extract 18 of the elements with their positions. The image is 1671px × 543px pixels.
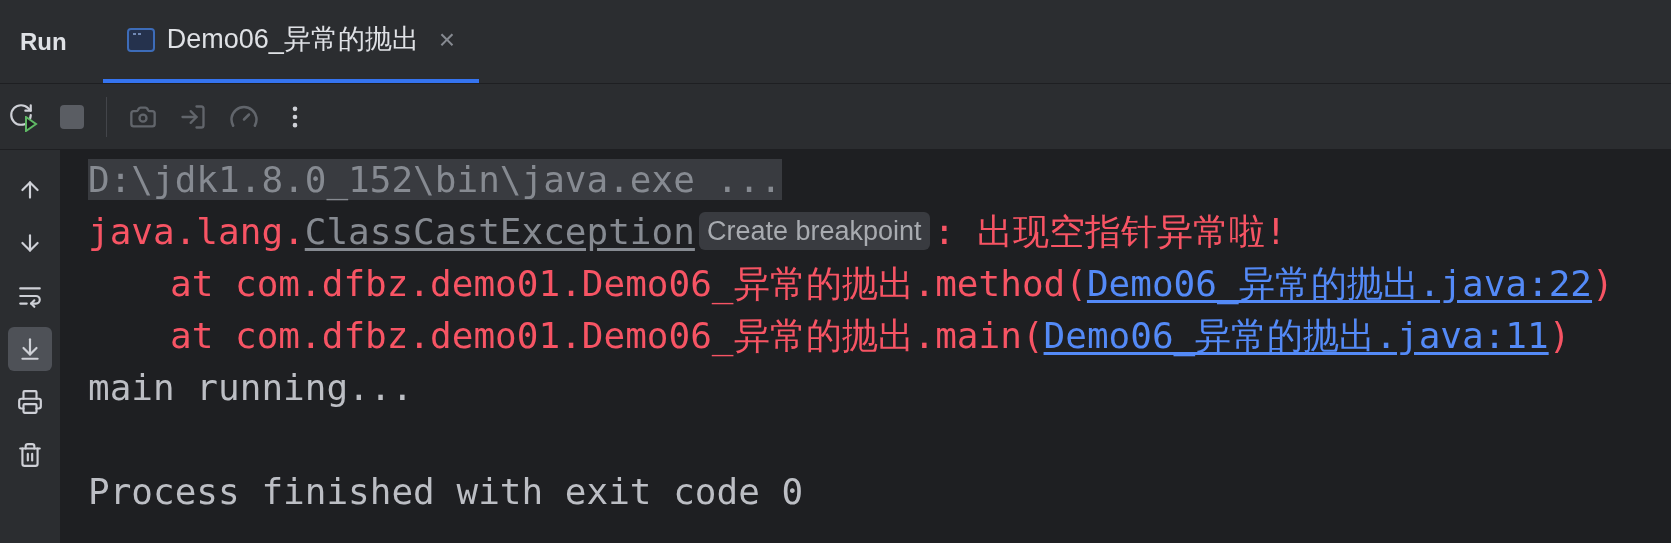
exception-class-link[interactable]: ClassCastException [304,211,695,252]
error-text: at com.dfbz.demo01.Demo06_异常的抛出.main( [170,315,1044,356]
output-text: Process finished with exit code 0 [88,471,804,512]
tab-label: Demo06_异常的抛出 [166,23,419,57]
error-text: ) [1592,263,1614,304]
create-breakpoint-button[interactable]: Create breakpoint [698,212,930,250]
error-text: ) [1548,315,1571,356]
rerun-icon[interactable] [8,101,38,132]
error-text: java.lang. [88,211,305,252]
scroll-to-end-icon[interactable] [8,327,52,371]
error-text: : 出现空指针异常啦! [933,211,1287,252]
output-text: main running... [88,367,414,408]
close-icon[interactable]: × [438,18,456,61]
error-text: at com.dfbz.demo01.Demo06_异常的抛出.method( [170,263,1087,304]
console-window-icon [126,27,155,52]
source-link[interactable]: Demo06_异常的抛出.java:22 [1086,263,1593,304]
source-link[interactable]: Demo06_异常的抛出.java:11 [1043,315,1549,356]
panel-title: Run [20,26,67,57]
